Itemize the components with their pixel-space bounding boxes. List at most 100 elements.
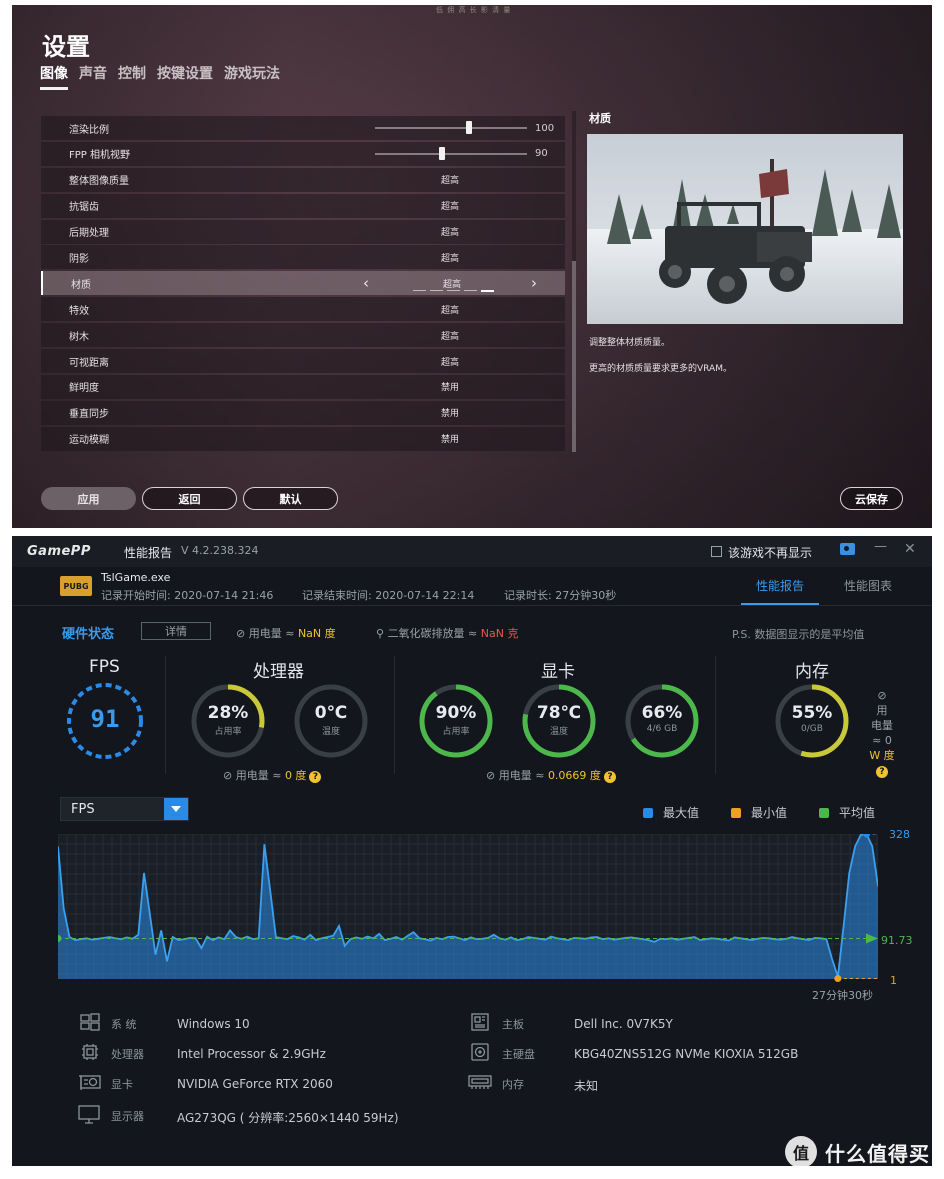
settings-row[interactable]: 垂直同步 禁用	[41, 400, 565, 425]
close-icon[interactable]: ✕	[904, 541, 916, 557]
memory-usage-label: 0/GB	[801, 724, 823, 734]
settings-row[interactable]: 特效 超高	[41, 297, 565, 322]
power-icon: ⊘	[486, 769, 496, 782]
camera-icon[interactable]	[840, 543, 855, 555]
settings-row[interactable]: 阴影 超高	[41, 245, 565, 270]
settings-title: 设置	[42, 33, 90, 61]
settings-slider[interactable]	[375, 146, 527, 160]
game-exe-name: TslGame.exe	[101, 571, 171, 584]
record-start: 记录开始时间: 2020-07-14 21:46	[101, 589, 274, 602]
slider-value: 100	[535, 122, 555, 134]
game-settings-screenshot: 低 佣 高 长 影 清 量 设置 图像 声音 控制 按键设置 游戏玩法 渲染比例…	[12, 5, 932, 528]
settings-row[interactable]: 后期处理 超高	[41, 219, 565, 244]
cpu-usage-label: 占用率	[214, 727, 242, 737]
settings-row-label: 阴影	[69, 253, 89, 265]
cpu-power-label: 用电量 ≈	[235, 769, 285, 782]
settings-row[interactable]: 材质 超高 ‹ ›	[41, 271, 565, 296]
settings-row[interactable]: 整体图像质量 超高	[41, 167, 565, 192]
chart-min-label: 1	[890, 974, 897, 987]
section-divider	[715, 656, 716, 774]
settings-tabs: 图像 声音 控制 按键设置 游戏玩法	[40, 63, 280, 90]
help-icon[interactable]: ?	[876, 766, 888, 778]
default-button[interactable]: 默认	[243, 487, 338, 510]
preview-title: 材质	[589, 112, 611, 125]
legend-avg-swatch	[819, 808, 829, 818]
slider-thumb[interactable]	[438, 146, 445, 160]
tab-performance-report[interactable]: 性能报告	[756, 577, 804, 594]
scrollbar-thumb[interactable]	[572, 261, 576, 452]
back-button[interactable]: 返回	[142, 487, 237, 510]
cpu-title: 处理器	[253, 662, 304, 682]
co2-summary-value: NaN 克	[480, 627, 519, 640]
settings-row-value: 超高	[441, 357, 460, 368]
settings-row[interactable]: 渲染比例 100	[41, 116, 565, 140]
cpu-power-value: 0 度	[284, 769, 307, 782]
record-duration: 记录时长: 27分钟30秒	[504, 589, 617, 602]
tab-graphics[interactable]: 图像	[40, 63, 68, 90]
settings-row[interactable]: 可视距离 超高	[41, 349, 565, 374]
slider-value: 90	[535, 148, 548, 160]
settings-row[interactable]: 运动模糊 禁用	[41, 426, 565, 451]
cpu-temp-value: 0℃	[314, 703, 348, 723]
graphics-settings-list: 渲染比例 100 FPP 相机视野 90 整体图像质量 超高 抗锯齿 超高 后期处理 超高 阴影 超高…	[41, 116, 565, 453]
cloud-save-button[interactable]: 云保存	[840, 487, 903, 510]
monitor-value: AG273QG ( 分辨率:2560×1440 59Hz)	[177, 1111, 399, 1125]
settings-row[interactable]: FPP 相机视野 90	[41, 141, 565, 166]
watermark-logo: 值	[785, 1136, 817, 1166]
gpu-vram-label: 4/6 GB	[646, 724, 678, 734]
gpu-vram-value: 66%	[641, 703, 683, 723]
help-icon[interactable]: ?	[603, 771, 616, 783]
settings-row-label: 特效	[69, 305, 89, 317]
memory-usage-gauge: 55% 0/GB	[772, 681, 852, 761]
ram-label: 内存	[502, 1078, 524, 1091]
settings-row-label: 渲染比例	[69, 124, 109, 136]
settings-scrollbar[interactable]	[572, 111, 576, 452]
settings-row-label: 材质	[71, 279, 91, 291]
fps-title: FPS	[89, 657, 120, 677]
settings-row-label: 后期处理	[69, 228, 109, 240]
legend-min-label: 最小值	[751, 806, 788, 820]
tab-gameplay[interactable]: 游戏玩法	[224, 63, 280, 87]
ram-value: 未知	[574, 1079, 599, 1093]
quality-level-dash	[464, 290, 477, 292]
settings-slider[interactable]	[375, 121, 527, 134]
chevron-down-icon[interactable]	[164, 798, 188, 820]
section-divider	[165, 656, 166, 774]
minimize-icon[interactable]: —	[874, 539, 887, 554]
settings-row-label: 鲜明度	[69, 383, 99, 395]
settings-row-value: 禁用	[441, 409, 460, 420]
settings-row[interactable]: 抗锯齿 超高	[41, 193, 565, 218]
legend-avg: 平均值	[819, 804, 875, 821]
detail-button[interactable]: 详情	[141, 622, 211, 640]
watermark-text: 什么值得买	[825, 1141, 930, 1166]
slider-thumb[interactable]	[466, 121, 473, 134]
tab-keybinds[interactable]: 按键设置	[157, 63, 213, 87]
hardware-status-label: 硬件状态	[62, 627, 115, 642]
hard-disk-icon	[471, 1043, 489, 1061]
disk-label: 主硬盘	[502, 1048, 535, 1061]
settings-row-label: FPP 相机视野	[69, 150, 130, 162]
monitor-icon	[78, 1105, 100, 1124]
ps-note: P.S. 数据图显示的是平均值	[732, 628, 865, 641]
tab-controls[interactable]: 控制	[118, 63, 146, 87]
gpu-power-label: 用电量 ≈	[498, 769, 548, 782]
tab-sound[interactable]: 声音	[79, 63, 107, 87]
quality-level-dash	[430, 290, 443, 292]
chevron-right-icon[interactable]: ›	[531, 274, 537, 292]
settings-row[interactable]: 树木 超高	[41, 323, 565, 348]
watermark: 值 什么值得买	[785, 1136, 930, 1166]
dont-show-label[interactable]: 该游戏不再显示	[728, 544, 812, 561]
tab-performance-chart[interactable]: 性能图表	[844, 577, 892, 594]
quality-level-dash	[481, 290, 494, 293]
apply-button[interactable]: 应用	[41, 487, 136, 510]
memory-power-line2: 电量	[871, 719, 893, 732]
settings-row-label: 抗锯齿	[69, 202, 99, 214]
gpu-title: 显卡	[541, 662, 575, 682]
legend-min-swatch	[731, 808, 741, 818]
help-icon[interactable]: ?	[309, 771, 322, 783]
chevron-left-icon[interactable]: ‹	[363, 274, 369, 292]
gpu-label: 显卡	[111, 1078, 133, 1091]
settings-row[interactable]: 鲜明度 禁用	[41, 374, 565, 399]
dont-show-checkbox[interactable]	[711, 546, 722, 557]
metric-select[interactable]: FPS	[60, 797, 189, 821]
